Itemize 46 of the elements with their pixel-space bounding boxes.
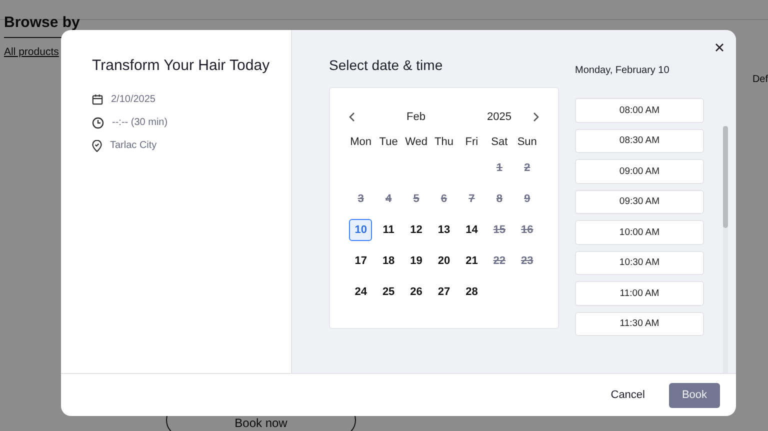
- calendar-day[interactable]: 20: [432, 250, 456, 272]
- calendar-day[interactable]: 28: [460, 280, 484, 302]
- calendar-day[interactable]: 24: [349, 280, 372, 302]
- time-slot[interactable]: 09:00 AM: [575, 159, 704, 184]
- scrollbar[interactable]: [723, 126, 728, 373]
- year-label[interactable]: 2025: [487, 111, 512, 123]
- calendar-day[interactable]: 18: [377, 250, 400, 272]
- calendar-day[interactable]: 10: [349, 218, 372, 240]
- time-slot[interactable]: 08:00 AM: [575, 98, 704, 122]
- time-slot[interactable]: 10:30 AM: [575, 250, 704, 275]
- calendar-day[interactable]: 17: [349, 250, 372, 272]
- calendar-icon: [92, 94, 103, 105]
- weekday-label: Fri: [465, 135, 478, 150]
- time-slot[interactable]: 10:00 AM: [575, 220, 704, 244]
- weekday-label: Thu: [434, 135, 454, 150]
- calendar-day[interactable]: 25: [377, 280, 400, 302]
- calendar-day[interactable]: 12: [404, 218, 428, 240]
- time-slot[interactable]: 09:30 AM: [575, 190, 704, 214]
- clock-icon: [92, 116, 104, 128]
- weekday-label: Wed: [405, 135, 428, 150]
- cancel-button[interactable]: Cancel: [608, 385, 647, 405]
- time-text: --:-- (30 min): [112, 117, 168, 128]
- weekday-label: Mon: [350, 135, 372, 150]
- calendar-day[interactable]: 14: [460, 218, 484, 240]
- date-text: 2/10/2025: [111, 94, 156, 105]
- selected-day-label: Monday, February 10: [575, 65, 670, 76]
- weekday-label: Sat: [491, 135, 508, 150]
- weekday-label: Tue: [379, 135, 398, 150]
- calendar-day[interactable]: 19: [404, 250, 428, 272]
- location-text: Tarlac City: [110, 140, 157, 151]
- time-slot[interactable]: 08:30 AM: [575, 128, 704, 153]
- section-title: Select date & time: [329, 57, 444, 73]
- sort-label: Def: [752, 74, 768, 85]
- calendar-day[interactable]: 26: [404, 280, 428, 302]
- chevron-left-icon[interactable]: [349, 112, 355, 122]
- calendar-day[interactable]: 27: [432, 280, 456, 302]
- chevron-right-icon[interactable]: [533, 112, 539, 122]
- calendar-day[interactable]: 11: [377, 218, 400, 240]
- month-label[interactable]: Feb: [406, 111, 426, 123]
- time-slot[interactable]: 11:00 AM: [575, 281, 704, 306]
- location-pin-icon: [92, 140, 102, 152]
- weekday-label: Sun: [517, 135, 537, 150]
- calendar-day[interactable]: 13: [432, 218, 456, 240]
- time-slot[interactable]: 11:30 AM: [575, 312, 704, 336]
- calendar-day[interactable]: 21: [460, 250, 484, 272]
- service-title: Transform Your Hair Today: [92, 57, 271, 74]
